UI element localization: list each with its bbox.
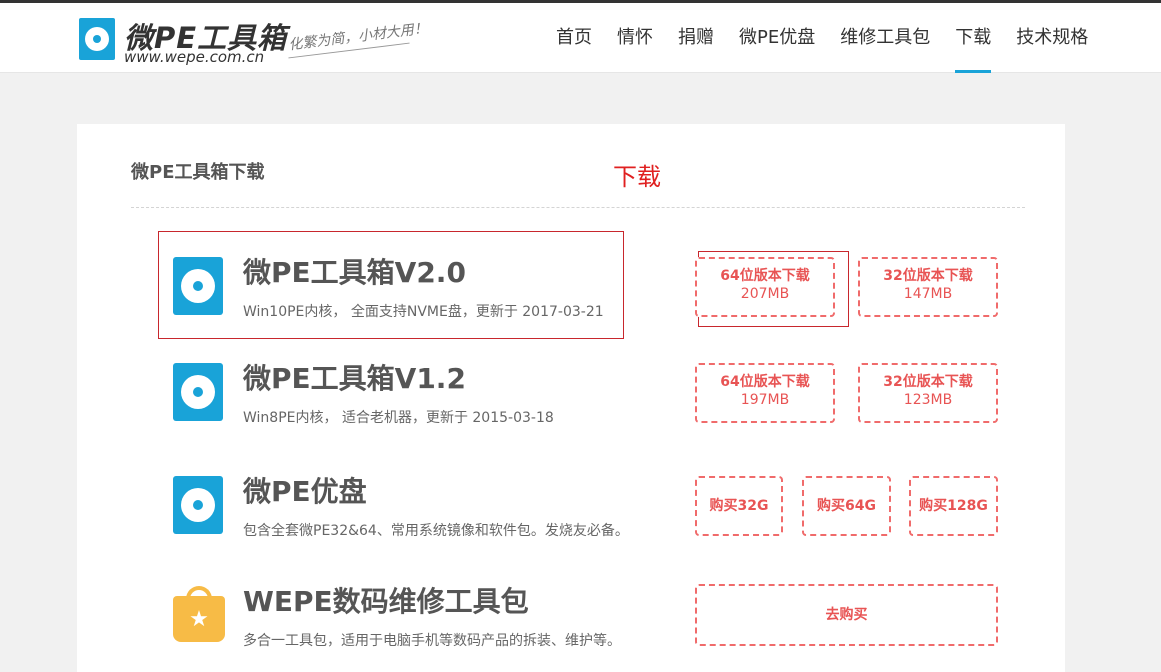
buy-64g-button[interactable]: 购买64G xyxy=(802,476,891,536)
buy-32g-button[interactable]: 购买32G xyxy=(695,476,783,536)
button-size: 197MB xyxy=(740,392,790,408)
product-desc: 多合一工具包，适用于电脑手机等数码产品的拆装、维护等。 xyxy=(243,633,621,649)
button-size: 147MB xyxy=(903,286,953,302)
product-wepe-usb: 微PE优盘 包含全套微PE32&64、常用系统镜像和软件包。发烧友必备。 xyxy=(173,476,633,546)
site-logo[interactable]: 微PE工具箱 www.wepe.com.cn 化繁为简，小材大用！ xyxy=(79,16,439,66)
site-url: www.wepe.com.cn xyxy=(124,48,265,66)
download-card: 微PE工具箱下载 下载 微PE工具箱V2.0 Win10PE内核， 全面支持NV… xyxy=(77,124,1065,672)
button-label: 32位版本下载 xyxy=(883,374,973,390)
product-title: 微PE工具箱V2.0 xyxy=(243,256,466,289)
main-nav: 首页 情怀 捐赠 微PE优盘 维修工具包 下载 技术规格 xyxy=(556,3,1113,73)
nav-item-usb[interactable]: 微PE优盘 xyxy=(739,3,815,73)
button-size: 123MB xyxy=(903,392,953,408)
nav-item-story[interactable]: 情怀 xyxy=(617,3,653,73)
buy-now-button[interactable]: 去购买 xyxy=(695,584,998,646)
product-desc: Win8PE内核， 适合老机器，更新于 2015-03-18 xyxy=(243,410,554,426)
download-64bit-button[interactable]: 64位版本下载 207MB xyxy=(695,257,835,317)
nav-item-donate[interactable]: 捐赠 xyxy=(678,3,714,73)
button-label: 64位版本下载 xyxy=(720,374,810,390)
product-repair-toolkit: ★ WEPE数码维修工具包 多合一工具包，适用于电脑手机等数码产品的拆装、维护等… xyxy=(173,586,633,656)
download-32bit-button[interactable]: 32位版本下载 123MB xyxy=(858,363,998,423)
section-title: 微PE工具箱下载 xyxy=(131,162,265,183)
button-label: 32位版本下载 xyxy=(883,268,973,284)
buy-128g-button[interactable]: 购买128G xyxy=(909,476,998,536)
download-32bit-button[interactable]: 32位版本下载 147MB xyxy=(858,257,998,317)
button-size: 207MB xyxy=(740,286,790,302)
product-wepe-v2: 微PE工具箱V2.0 Win10PE内核， 全面支持NVME盘，更新于 2017… xyxy=(173,257,633,327)
nav-item-toolkit[interactable]: 维修工具包 xyxy=(840,3,930,73)
button-label: 购买32G xyxy=(709,498,769,514)
site-header: 微PE工具箱 www.wepe.com.cn 化繁为简，小材大用！ 首页 情怀 … xyxy=(0,3,1161,73)
nav-item-specs[interactable]: 技术规格 xyxy=(1016,3,1088,73)
product-desc: Win10PE内核， 全面支持NVME盘，更新于 2017-03-21 xyxy=(243,304,604,320)
download-64bit-button[interactable]: 64位版本下载 197MB xyxy=(695,363,835,423)
button-label: 购买64G xyxy=(817,498,876,514)
product-title: 微PE优盘 xyxy=(243,475,367,508)
button-label: 购买128G xyxy=(919,498,988,514)
disc-logo-icon xyxy=(79,18,115,60)
section-divider xyxy=(131,207,1025,208)
product-wepe-v1: 微PE工具箱V1.2 Win8PE内核， 适合老机器，更新于 2015-03-1… xyxy=(173,363,633,433)
annotation-label: 下载 xyxy=(613,163,661,191)
nav-item-download[interactable]: 下载 xyxy=(955,3,992,73)
button-label: 64位版本下载 xyxy=(720,268,810,284)
product-desc: 包含全套微PE32&64、常用系统镜像和软件包。发烧友必备。 xyxy=(243,523,629,539)
nav-item-home[interactable]: 首页 xyxy=(556,3,592,73)
disc-icon xyxy=(173,257,223,315)
product-title: WEPE数码维修工具包 xyxy=(243,585,529,618)
button-label: 去购买 xyxy=(825,607,868,623)
shopping-bag-icon: ★ xyxy=(173,586,225,642)
disc-icon xyxy=(173,476,223,534)
product-title: 微PE工具箱V1.2 xyxy=(243,362,466,395)
disc-icon xyxy=(173,363,223,421)
